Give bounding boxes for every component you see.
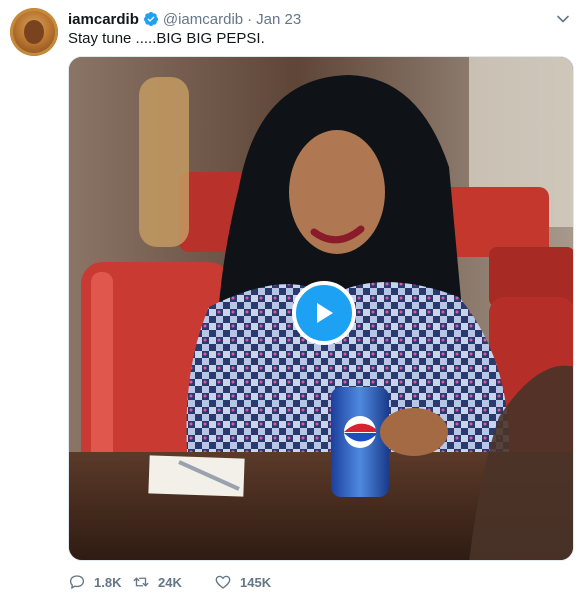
- like-count: 145K: [240, 574, 272, 590]
- display-name[interactable]: iamcardib: [68, 11, 139, 28]
- play-icon: [317, 303, 333, 323]
- play-button[interactable]: [292, 281, 356, 345]
- video-thumbnail[interactable]: [68, 56, 574, 561]
- reply-button[interactable]: 1.8K: [68, 573, 130, 591]
- retweet-icon: [133, 577, 149, 587]
- reply-count: 1.8K: [94, 574, 122, 590]
- tweet-text: Stay tune .....BIG BIG PEPSI.: [68, 30, 265, 47]
- tweet-date[interactable]: Jan 23: [256, 11, 301, 28]
- like-button[interactable]: 145K: [214, 573, 284, 591]
- separator-dot: ·: [247, 10, 253, 28]
- avatar-frame: [10, 8, 58, 56]
- avatar[interactable]: [10, 8, 58, 56]
- retweet-count: 24K: [158, 574, 182, 590]
- user-handle[interactable]: @iamcardib: [163, 11, 243, 28]
- chevron-down-icon[interactable]: [556, 12, 570, 26]
- tweet-header: iamcardib @iamcardib · Jan 23: [68, 9, 301, 29]
- tweet: iamcardib @iamcardib · Jan 23 Stay tune …: [0, 0, 584, 598]
- reply-icon: [69, 575, 85, 589]
- retweet-button[interactable]: 24K: [132, 573, 212, 591]
- verified-badge-icon: [143, 11, 159, 27]
- heart-icon: [215, 575, 231, 589]
- tweet-actions: 1.8K 24K 145K: [68, 572, 284, 592]
